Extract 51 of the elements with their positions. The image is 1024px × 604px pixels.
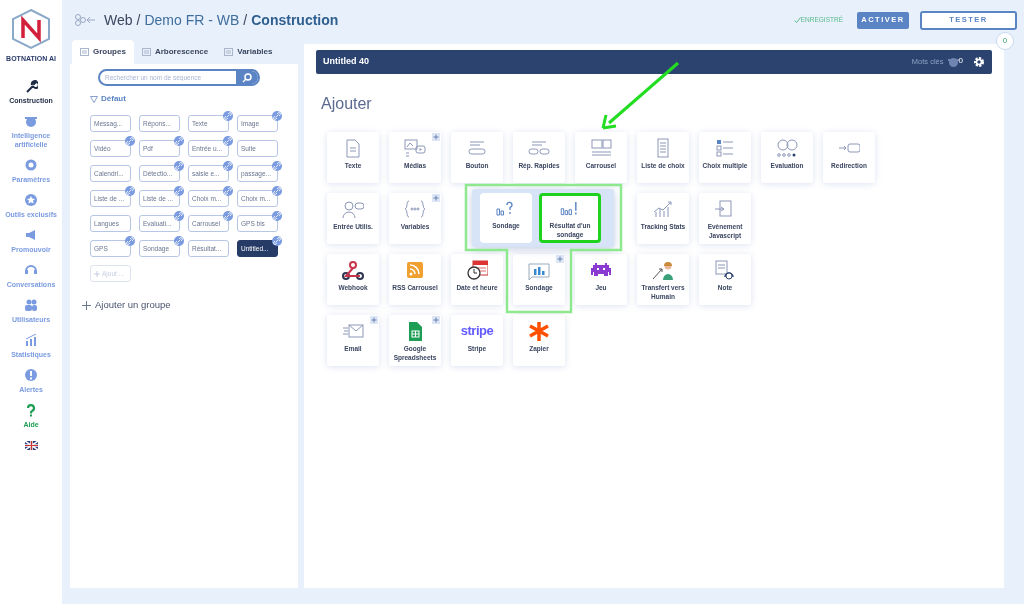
- check-icon: [793, 17, 801, 23]
- star-badge-icon: [24, 192, 38, 207]
- quick-reply-icon: [528, 138, 550, 158]
- asterisk-icon: [528, 321, 550, 341]
- search-button[interactable]: [236, 71, 258, 84]
- webhook-icon: [342, 260, 364, 280]
- braces-icon: [404, 199, 426, 219]
- question-mark-icon: [24, 403, 38, 418]
- smiley-rating-icon: [776, 138, 798, 158]
- hexagon-logo-icon: [11, 8, 51, 50]
- poll-chart-icon: [528, 260, 550, 280]
- exclamation-icon: [24, 368, 38, 383]
- breadcrumb-item[interactable]: Demo FR - WB: [144, 9, 240, 31]
- keywords-count: 0: [958, 57, 963, 65]
- megaphone-icon: [24, 227, 38, 242]
- network-back-icon: [74, 13, 96, 27]
- user-chat-icon: [342, 199, 364, 219]
- breadcrumb-item: Construction: [251, 10, 339, 30]
- add-group-button[interactable]: Ajouter un groupe: [82, 298, 286, 313]
- note-headset-icon: [714, 260, 736, 280]
- line-chart-icon: [652, 199, 674, 219]
- poll-result-icon: [560, 200, 580, 217]
- search-icon: [242, 72, 252, 83]
- block-title: Untitled 40: [323, 55, 369, 69]
- plus-icon: [94, 270, 100, 277]
- stripe-logo-text: stripe: [460, 322, 494, 340]
- breadcrumb-separator: /: [136, 10, 141, 30]
- person-with-arrow-drawing: [652, 260, 674, 280]
- media-icon: [404, 138, 426, 158]
- checklist-icon: [714, 138, 736, 158]
- flag-icon: [24, 440, 38, 450]
- triangle-down-icon: [90, 95, 98, 103]
- button-icon: [466, 138, 488, 158]
- envelope-icon: [342, 321, 364, 341]
- section-heading: Ajouter: [321, 94, 373, 114]
- poll-question-icon: [496, 200, 516, 217]
- carousel-icon: [590, 138, 612, 158]
- plus-icon: [82, 300, 91, 310]
- rss-icon: [404, 260, 426, 280]
- calendar-clock-icon: [466, 260, 488, 280]
- panel-tab[interactable]: Arborescence: [133, 40, 217, 64]
- wrench-icon: [24, 78, 38, 93]
- group-header[interactable]: Défaut: [90, 93, 286, 105]
- notification-badge: 0: [996, 32, 1014, 50]
- bar-chart-icon: [24, 333, 38, 348]
- panel-tab[interactable]: Groupes: [72, 40, 134, 64]
- breadcrumb-item[interactable]: Web: [104, 9, 133, 31]
- panel-tab[interactable]: Variables: [216, 40, 281, 64]
- breadcrumb-separator: /: [243, 10, 248, 30]
- list-icon: [80, 48, 89, 56]
- settings-icon: [973, 56, 985, 68]
